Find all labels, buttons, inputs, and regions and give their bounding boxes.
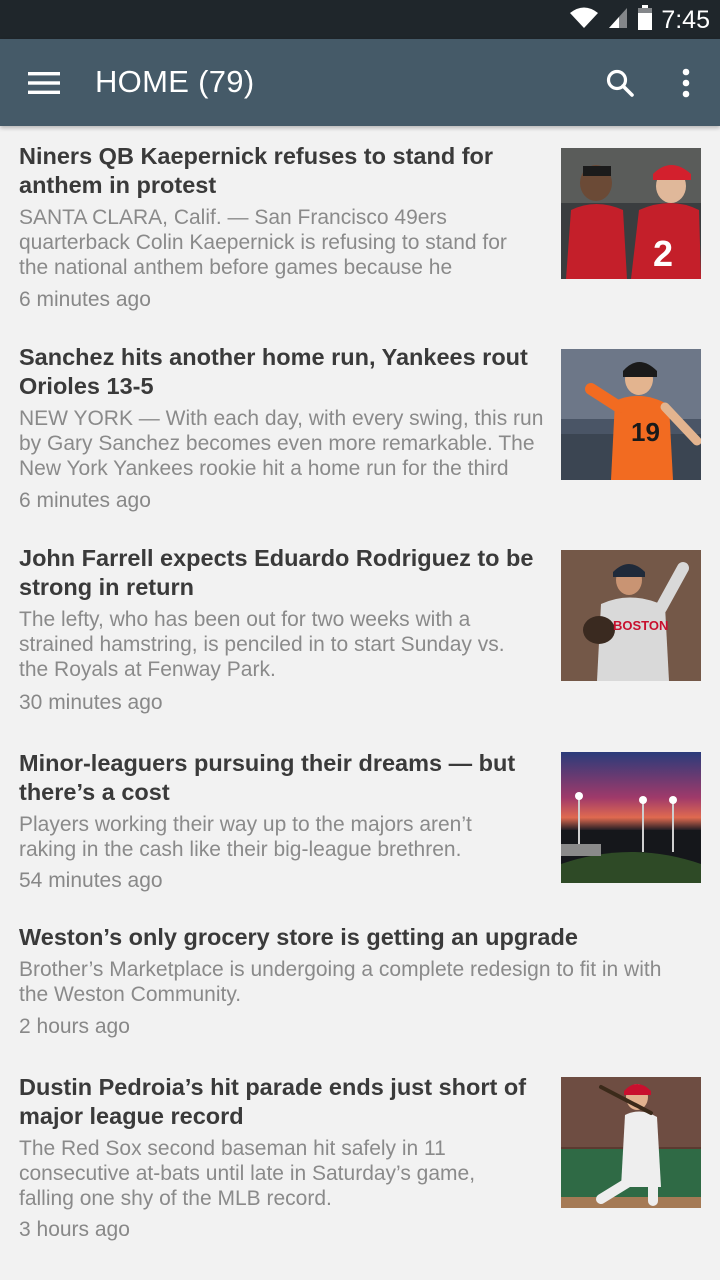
article-item[interactable]: Minor-leaguers pursuing their dreams — b… — [0, 733, 720, 907]
article-item[interactable]: Niners QB Kaepernick refuses to stand fo… — [0, 126, 720, 327]
article-summary: SANTA CLARA, Calif. — San Francisco 49er… — [19, 206, 507, 279]
baseball-batter-photo: 19 — [561, 349, 701, 480]
search-button[interactable] — [598, 61, 642, 105]
article-headline: Weston’s only grocery store is getting a… — [19, 924, 578, 950]
article-summary: NEW YORK — With each day, with every swi… — [19, 407, 544, 480]
article-thumbnail[interactable] — [561, 1077, 701, 1208]
article-headline: Niners QB Kaepernick refuses to stand fo… — [19, 143, 494, 198]
status-time: 7:45 — [661, 5, 710, 34]
article-summary: The lefty, who has been out for two week… — [19, 608, 505, 681]
article-timestamp: 3 hours ago — [19, 1218, 130, 1241]
more-vert-icon — [682, 68, 690, 98]
article-thumbnail[interactable]: 2 — [561, 148, 701, 279]
battery-icon — [637, 4, 653, 36]
article-headline: Dustin Pedroia’s hit parade ends just sh… — [19, 1074, 527, 1129]
overflow-menu-button[interactable] — [664, 61, 708, 105]
article-summary: Brother’s Marketplace is undergoing a co… — [19, 958, 662, 1006]
article-thumbnail[interactable]: BOSTON — [561, 550, 701, 681]
article-summary: The Red Sox second baseman hit safely in… — [19, 1137, 476, 1210]
article-item[interactable]: Weston’s only grocery store is getting a… — [0, 907, 720, 1057]
status-bar: 7:45 — [0, 0, 720, 39]
page-title: HOME (79) — [95, 64, 255, 99]
wifi-icon — [569, 6, 599, 35]
article-summary: Players working their way up to the majo… — [19, 813, 472, 861]
news-feed[interactable]: Niners QB Kaepernick refuses to stand fo… — [0, 126, 720, 1280]
article-timestamp: 54 minutes ago — [19, 869, 163, 892]
app-bar: HOME (79) — [0, 39, 720, 126]
football-players-photo: 2 — [561, 148, 701, 279]
article-thumbnail[interactable]: 19 — [561, 349, 701, 480]
article-item[interactable]: Sanchez hits another home run, Yankees r… — [0, 327, 720, 528]
article-thumbnail[interactable] — [561, 752, 701, 883]
article-timestamp: 2 hours ago — [19, 1015, 130, 1038]
article-timestamp: 30 minutes ago — [19, 691, 163, 714]
article-item[interactable]: John Farrell expects Eduardo Rodriguez t… — [0, 528, 720, 733]
article-headline: John Farrell expects Eduardo Rodriguez t… — [19, 545, 534, 600]
baseball-pitcher-photo: BOSTON — [561, 550, 701, 681]
search-icon — [606, 69, 634, 97]
status-icons: 7:45 — [569, 4, 710, 36]
article-headline: Minor-leaguers pursuing their dreams — b… — [19, 750, 516, 805]
baseball-swing-photo — [561, 1077, 701, 1208]
ballpark-at-dusk-photo — [561, 752, 701, 883]
article-item[interactable]: Dustin Pedroia’s hit parade ends just sh… — [0, 1057, 720, 1262]
signal-icon — [607, 6, 629, 35]
svg-text:2: 2 — [653, 233, 673, 274]
article-timestamp: 6 minutes ago — [19, 489, 151, 512]
article-headline: Sanchez hits another home run, Yankees r… — [19, 344, 528, 399]
menu-button[interactable] — [22, 63, 66, 103]
menu-icon — [28, 72, 60, 94]
svg-text:BOSTON: BOSTON — [613, 618, 668, 633]
svg-text:19: 19 — [631, 417, 660, 447]
article-timestamp: 6 minutes ago — [19, 288, 151, 311]
